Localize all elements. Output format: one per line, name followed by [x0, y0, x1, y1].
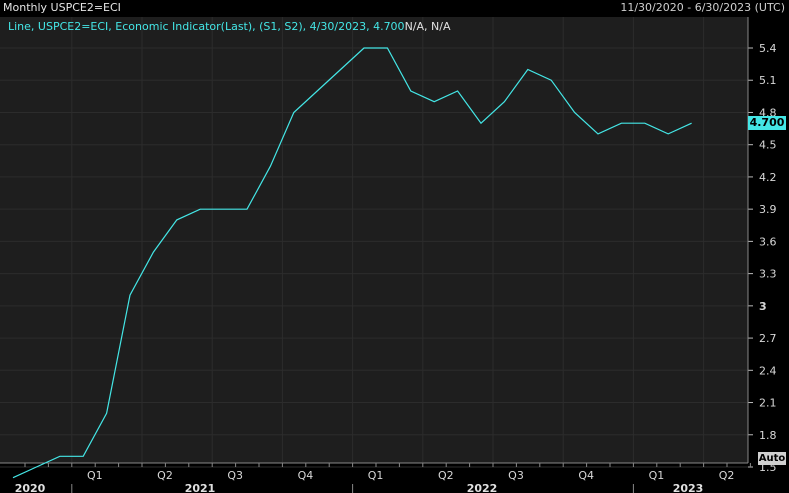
x-quarter-label: Q1	[87, 469, 103, 482]
y-tick-label: 3.3	[759, 268, 777, 281]
x-quarter-label: Q1	[368, 469, 384, 482]
y-tick-label: 4.2	[759, 171, 777, 184]
y-tick-label: 3.6	[759, 235, 777, 248]
x-year-label: 2022	[467, 482, 498, 493]
x-quarter-label: Q3	[508, 469, 524, 482]
y-tick-label: 1.8	[759, 429, 777, 442]
y-tick-label: 4.5	[759, 139, 777, 152]
y-tick-label: 5.1	[759, 74, 777, 87]
series-legend: Line, USPCE2=ECI, Economic Indicator(Las…	[8, 20, 450, 33]
x-quarter-label: Q3	[227, 469, 243, 482]
x-quarter-label: Q2	[438, 469, 454, 482]
y-tick-label: 2.1	[759, 397, 777, 410]
x-year-label: 2021	[185, 482, 216, 493]
y-tick-label: 2.4	[759, 364, 777, 377]
y-tick-label: 2.7	[759, 332, 777, 345]
line-chart[interactable]: 1.51.82.12.42.733.33.63.94.24.54.85.15.4…	[0, 0, 789, 493]
y-tick-label: 5.4	[759, 42, 777, 55]
x-quarter-label: Q1	[649, 469, 665, 482]
x-quarter-label: Q2	[719, 469, 735, 482]
legend-text: Line, USPCE2=ECI, Economic Indicator(Las…	[8, 20, 405, 33]
y-tick-label: 3.9	[759, 203, 777, 216]
last-value-tag: 4.700	[748, 116, 786, 131]
x-quarter-label: Q4	[298, 469, 314, 482]
auto-scale-button[interactable]: Auto	[758, 452, 786, 465]
x-year-label: 2020	[15, 482, 46, 493]
x-year-label: 2023	[673, 482, 704, 493]
x-quarter-label: Q2	[157, 469, 173, 482]
x-quarter-label: Q4	[578, 469, 594, 482]
legend-tail: N/A, N/A	[404, 20, 451, 33]
y-tick-label: 3	[759, 300, 767, 313]
